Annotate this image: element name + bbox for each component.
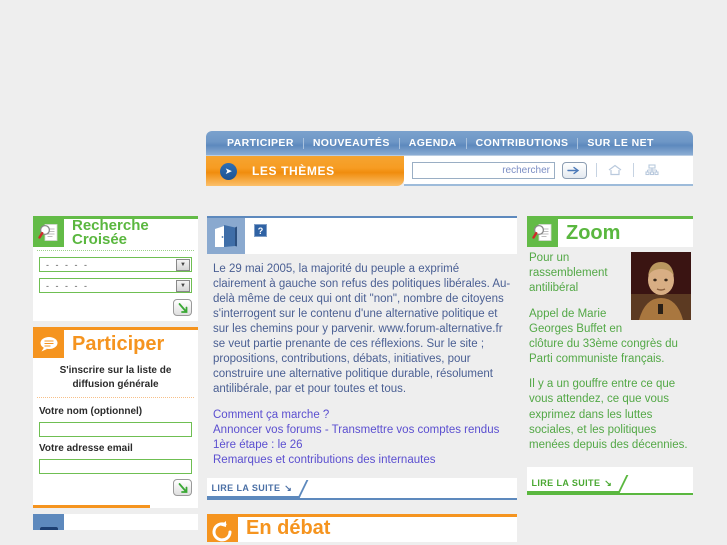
intro-paragraph: Le 29 mai 2005, la majorité du peuple a … xyxy=(213,263,511,395)
zoom-lire-la-suite-bar[interactable]: LIRE LA SUITE ↘ xyxy=(527,473,693,496)
zoom-content: Pour un rassemblement antilibéral Appel … xyxy=(527,247,693,468)
recherche-croisee-title-line2: Croisée xyxy=(72,231,128,248)
center-lire-la-suite-bar[interactable]: LIRE LA SUITE ↘ xyxy=(207,478,517,501)
theme-select-2-value: - - - - - xyxy=(46,280,89,291)
divider xyxy=(37,250,194,251)
nav-item-contributions[interactable]: CONTRIBUTIONS xyxy=(467,131,578,156)
search-input[interactable] xyxy=(412,161,555,179)
chevron-down-icon: ▼ xyxy=(176,280,190,292)
bar-rule xyxy=(527,493,693,496)
open-door-icon xyxy=(207,218,245,254)
document-search-icon xyxy=(33,219,64,247)
zoom-panel: Zoom Pour un rassemblement antilibéral A… xyxy=(527,216,693,496)
name-input[interactable] xyxy=(39,422,192,437)
en-debat-header-partial: En débat xyxy=(207,514,517,543)
lire-la-suite-label: LIRE LA SUITE xyxy=(531,478,601,489)
nav-item-participer[interactable]: PARTICIPER xyxy=(218,131,303,156)
speech-bubble-icon xyxy=(33,330,64,358)
lire-la-suite-label: LIRE LA SUITE xyxy=(211,483,281,494)
arrow-down-right-icon: ↘ xyxy=(604,477,613,488)
theme-select-1[interactable]: - - - - - ▼ xyxy=(39,257,192,272)
home-button[interactable] xyxy=(606,162,624,178)
zoom-photo xyxy=(631,252,691,320)
participer-header: Participer xyxy=(33,327,198,358)
nav-item-sur-le-net[interactable]: SUR LE NET xyxy=(578,131,662,156)
zoom-title: Zoom xyxy=(566,221,621,244)
center-links: Comment ça marche ? Annoncer vos forums … xyxy=(213,408,511,468)
bar-rule xyxy=(207,498,517,501)
themes-button-label: LES THÈMES xyxy=(252,164,335,178)
primary-navigation: PARTICIPER NOUVEAUTÉS AGENDA CONTRIBUTIO… xyxy=(206,131,693,156)
link-comment-ca-marche[interactable]: Comment ça marche ? xyxy=(213,408,511,423)
sitemap-button[interactable] xyxy=(643,162,661,178)
link-annoncer-forums[interactable]: Annoncer vos forums - Transmettre vos co… xyxy=(213,423,511,438)
green-arrow-submit-icon xyxy=(178,482,187,493)
themes-button[interactable]: ➤ LES THÈMES xyxy=(206,156,404,186)
recherche-croisee-panel: Recherche Croisée - - - - - ▼ - - - - - … xyxy=(33,216,198,321)
agenda-header-partial xyxy=(33,514,198,530)
panel-bottom-rule xyxy=(33,505,198,508)
recherche-croisee-submit-row xyxy=(33,299,198,321)
left-column: Recherche Croisée - - - - - ▼ - - - - - … xyxy=(33,216,198,530)
document-search-icon xyxy=(527,219,558,247)
recherche-croisee-submit-button[interactable] xyxy=(173,299,192,316)
recherche-croisee-header: Recherche Croisée xyxy=(33,216,198,247)
nav-item-agenda[interactable]: AGENDA xyxy=(400,131,466,156)
right-column: Zoom Pour un rassemblement antilibéral A… xyxy=(527,216,693,496)
refresh-arrow-icon xyxy=(207,517,238,543)
theme-select-2[interactable]: - - - - - ▼ xyxy=(39,278,192,293)
agenda-panel-partial xyxy=(33,514,198,530)
calendar-icon xyxy=(33,514,64,530)
lire-la-suite-tab[interactable]: LIRE LA SUITE ↘ xyxy=(207,480,309,499)
name-field-label: Votre nom (optionnel) xyxy=(39,406,143,417)
arrow-right-icon xyxy=(567,166,580,174)
green-arrow-submit-icon xyxy=(178,302,187,313)
recherche-croisee-title: Recherche Croisée xyxy=(64,218,149,248)
lire-la-suite-tab[interactable]: LIRE LA SUITE ↘ xyxy=(527,475,629,494)
zoom-header: Zoom xyxy=(527,216,693,247)
home-icon xyxy=(608,164,622,176)
email-field-label: Votre adresse email xyxy=(39,443,133,454)
participer-title: Participer xyxy=(72,332,165,355)
site-header: PARTICIPER NOUVEAUTÉS AGENDA CONTRIBUTIO… xyxy=(206,131,693,186)
search-area xyxy=(404,156,693,186)
nav-item-nouveautes[interactable]: NOUVEAUTÉS xyxy=(304,131,399,156)
toolbar-separator xyxy=(633,163,634,177)
en-debat-title: En débat xyxy=(246,517,331,540)
question-mark-icon[interactable]: ? xyxy=(254,224,267,237)
center-content: Le 29 mai 2005, la majorité du peuple a … xyxy=(207,254,517,473)
email-input[interactable] xyxy=(39,459,192,474)
arrow-down-right-icon: ↘ xyxy=(284,482,293,493)
participer-submit-button[interactable] xyxy=(173,479,192,496)
divider xyxy=(37,397,194,398)
toolbar-separator xyxy=(596,163,597,177)
sitemap-icon xyxy=(645,164,659,176)
portrait-photo xyxy=(631,252,691,320)
participer-panel: Participer S'inscrire sur la liste de di… xyxy=(33,327,198,508)
search-submit-button[interactable] xyxy=(562,161,587,179)
link-remarques-contributions[interactable]: Remarques et contributions des internaut… xyxy=(213,453,511,468)
recherche-croisee-form: - - - - - ▼ - - - - - ▼ xyxy=(33,257,198,293)
secondary-bar: ➤ LES THÈMES xyxy=(206,156,693,186)
center-column: ? Le 29 mai 2005, la majorité du peuple … xyxy=(207,216,517,543)
chevron-down-icon: ▼ xyxy=(176,259,190,271)
center-header: ? xyxy=(207,216,517,254)
participer-submit-row xyxy=(33,474,198,501)
participer-subtitle: S'inscrire sur la liste de diffusion gén… xyxy=(59,365,172,390)
zoom-paragraph-2: Il y a un gouffre entre ce que vous atte… xyxy=(529,378,688,451)
theme-select-1-value: - - - - - xyxy=(46,259,89,270)
chevron-right-icon: ➤ xyxy=(220,162,237,180)
link-premiere-etape[interactable]: 1ère étape : le 26 xyxy=(213,438,511,453)
